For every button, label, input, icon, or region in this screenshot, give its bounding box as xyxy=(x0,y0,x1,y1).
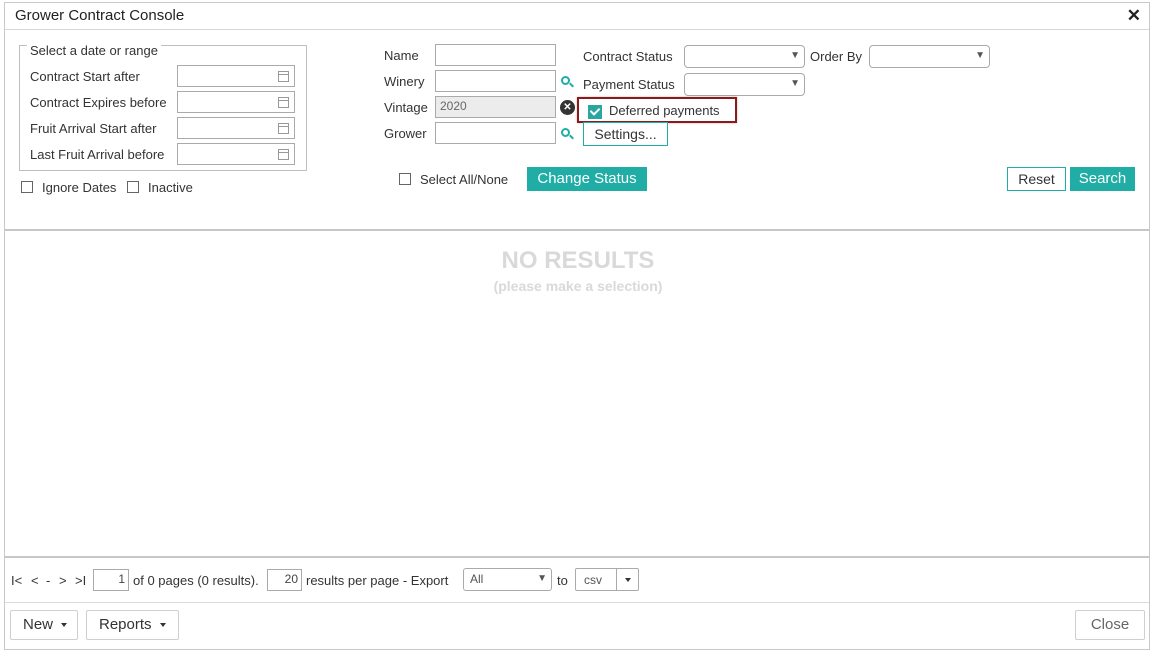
per-page-input[interactable]: 20 xyxy=(267,569,302,591)
change-status-button[interactable]: Change Status xyxy=(527,167,647,191)
export-scope-select[interactable]: All ▼ xyxy=(463,568,552,591)
per-page-text: results per page - Export xyxy=(306,573,449,588)
calendar-icon[interactable] xyxy=(278,97,289,108)
prev-page-icon[interactable]: < xyxy=(31,573,39,588)
contract-status-select[interactable]: ▼ xyxy=(684,45,805,68)
to-text: to xyxy=(557,573,568,588)
page-number-input[interactable]: 1 xyxy=(93,569,129,591)
deferred-payments-highlight: Deferred payments xyxy=(577,97,737,123)
winery-search-icon[interactable] xyxy=(561,76,570,85)
inactive-checkbox[interactable] xyxy=(127,181,139,193)
window-title: Grower Contract Console xyxy=(15,7,185,24)
select-all-checkbox[interactable] xyxy=(399,173,411,185)
chevron-down-icon: ▼ xyxy=(790,78,800,89)
pager-separator: - xyxy=(46,573,51,588)
last-fruit-arrival-before-label: Last Fruit Arrival before xyxy=(30,147,165,162)
calendar-icon[interactable] xyxy=(278,149,289,160)
export-scope-value: All xyxy=(470,572,484,586)
search-button[interactable]: Search xyxy=(1070,167,1135,191)
last-page-icon[interactable]: >I xyxy=(75,573,86,588)
grower-contract-console-window: Grower Contract Console ✕ Select a date … xyxy=(4,2,1150,650)
order-by-label: Order By xyxy=(810,49,863,64)
chevron-down-icon: ▼ xyxy=(790,50,800,61)
export-format-value: csv xyxy=(584,573,602,587)
deferred-payments-label: Deferred payments xyxy=(609,103,720,118)
chevron-down-icon: ▼ xyxy=(975,50,985,61)
contract-status-label: Contract Status xyxy=(583,49,673,64)
chevron-down-icon: ▼ xyxy=(537,573,547,584)
vintage-input[interactable]: 2020 xyxy=(435,96,556,118)
grower-input[interactable] xyxy=(435,122,556,144)
chevron-down-icon xyxy=(625,578,631,582)
contract-start-after-label: Contract Start after xyxy=(30,69,140,84)
deferred-payments-checkbox[interactable] xyxy=(588,105,602,119)
winery-input[interactable] xyxy=(435,70,556,92)
results-bottom-divider xyxy=(5,556,1149,558)
chevron-down-icon xyxy=(61,623,68,628)
page-count-text: of 0 pages (0 results). xyxy=(133,573,259,588)
date-range-legend: Select a date or range xyxy=(27,43,161,58)
results-top-divider xyxy=(5,229,1149,231)
clear-vintage-icon[interactable]: ✕ xyxy=(560,100,575,115)
winery-label: Winery xyxy=(384,74,425,89)
close-button[interactable]: Close xyxy=(1075,610,1145,640)
close-icon[interactable]: ✕ xyxy=(1127,6,1141,26)
settings-button[interactable]: Settings... xyxy=(583,122,668,146)
footer-divider xyxy=(5,602,1149,603)
first-page-icon[interactable]: I< xyxy=(11,573,22,588)
inactive-label: Inactive xyxy=(148,180,193,195)
grower-search-icon[interactable] xyxy=(561,128,570,137)
reports-button-label: Reports xyxy=(99,616,152,633)
calendar-icon[interactable] xyxy=(278,71,289,82)
order-by-select[interactable]: ▼ xyxy=(869,45,990,68)
name-input[interactable] xyxy=(435,44,556,66)
vintage-label: Vintage xyxy=(384,100,428,115)
select-all-label: Select All/None xyxy=(420,172,509,187)
contract-expires-before-label: Contract Expires before xyxy=(30,95,167,110)
export-format-select[interactable]: csv xyxy=(575,568,639,591)
new-button[interactable]: New xyxy=(10,610,78,640)
new-button-label: New xyxy=(23,616,54,633)
fruit-arrival-start-after-label: Fruit Arrival Start after xyxy=(30,121,157,136)
no-results-subtitle: (please make a selection) xyxy=(493,278,663,294)
payment-status-label: Payment Status xyxy=(583,77,675,92)
reset-button[interactable]: Reset xyxy=(1007,167,1066,191)
payment-status-select[interactable]: ▼ xyxy=(684,73,805,96)
next-page-icon[interactable]: > xyxy=(59,573,67,588)
ignore-dates-label: Ignore Dates xyxy=(42,180,117,195)
grower-label: Grower xyxy=(384,126,427,141)
reports-button[interactable]: Reports xyxy=(86,610,179,640)
calendar-icon[interactable] xyxy=(278,123,289,134)
no-results-title: NO RESULTS xyxy=(501,247,655,274)
chevron-down-icon xyxy=(159,623,166,628)
name-label: Name xyxy=(384,48,419,63)
split-divider xyxy=(616,569,617,590)
ignore-dates-checkbox[interactable] xyxy=(21,181,33,193)
title-bar: Grower Contract Console ✕ xyxy=(5,3,1149,30)
